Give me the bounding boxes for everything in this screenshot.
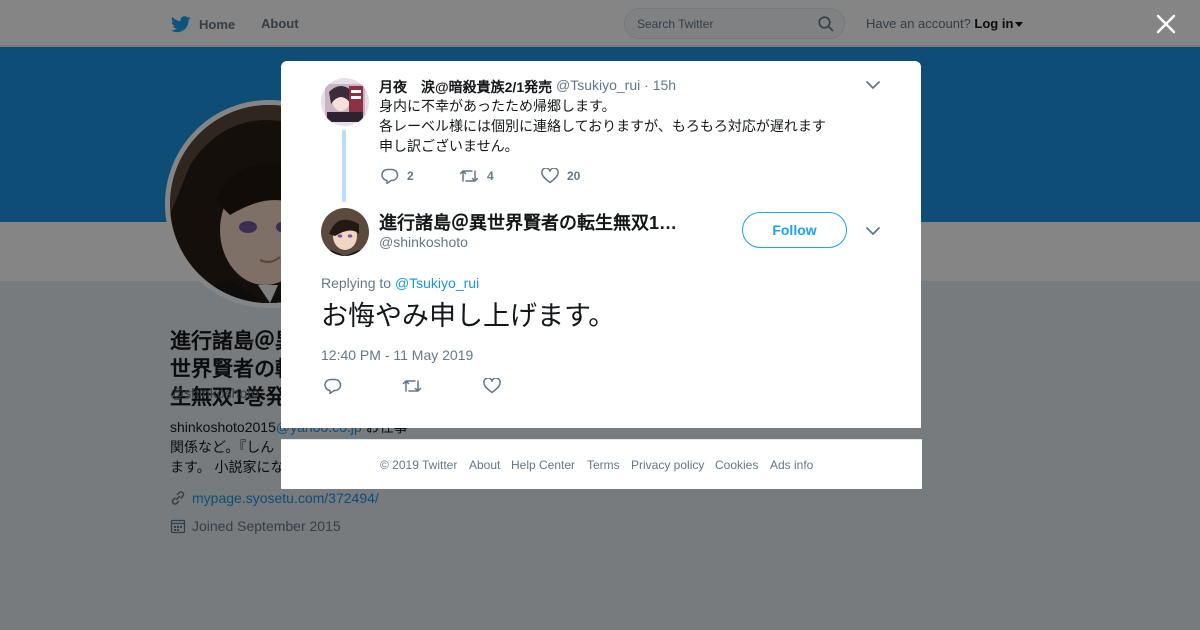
main-author-avatar[interactable] [321, 208, 369, 256]
main-tweet-text: お悔やみ申し上げます。 [321, 301, 616, 331]
parent-tweet-text: 身内に不幸があったため帰郷します。 各レーベル様には個別に連絡しておりますが、も… [379, 96, 826, 156]
main-author-name[interactable]: 進行諸島＠異世界賢者の転生無双1… [379, 209, 677, 235]
parent-tweet-time[interactable]: 15h [653, 77, 676, 93]
parent-author-handle[interactable]: @Tsukiyo_rui [556, 77, 640, 93]
chevron-down-icon[interactable] [865, 80, 881, 90]
thread-connector [342, 130, 346, 202]
main-avatar-illustration [321, 208, 369, 256]
main-tweet-timestamp[interactable]: 12:40 PM - 11 May 2019 [321, 347, 473, 363]
reply-icon [381, 168, 399, 184]
footer-link-help-center[interactable]: Help Center [511, 458, 575, 472]
heart-icon[interactable] [483, 378, 501, 394]
parent-text-line: 各レーベル様には個別に連絡しておりますが、もろもろ対応が遅れます [379, 118, 826, 134]
close-icon[interactable] [1156, 14, 1176, 34]
chevron-down-icon[interactable] [865, 226, 881, 236]
parent-author-name[interactable]: 月夜 涙@暗殺貴族2/1発売 [379, 77, 552, 97]
parent-reply-button[interactable]: 2 [381, 168, 459, 184]
parent-avatar-illustration [321, 78, 369, 126]
reply-count: 2 [407, 169, 414, 183]
main-author-handle[interactable]: @shinkoshoto [379, 234, 468, 250]
parent-text-line: 身内に不幸があったため帰郷します。 [379, 98, 616, 114]
footer-link-cookies[interactable]: Cookies [715, 458, 758, 472]
footer-link-terms[interactable]: Terms [587, 458, 620, 472]
parent-author-meta: @Tsukiyo_rui · 15h [556, 77, 677, 93]
retweet-count: 4 [487, 169, 494, 183]
footer-link-about[interactable]: About [469, 458, 500, 472]
parent-text-line: 申し訳ございません。 [379, 138, 519, 154]
heart-icon [541, 168, 559, 184]
footer-link-privacy[interactable]: Privacy policy [631, 458, 704, 472]
footer-copyright: © 2019 Twitter [380, 458, 458, 472]
reply-icon[interactable] [324, 378, 342, 394]
replying-prefix: Replying to [321, 275, 392, 291]
parent-author-avatar[interactable] [321, 78, 369, 126]
retweet-icon [459, 170, 479, 182]
parent-like-button[interactable]: 20 [541, 168, 580, 184]
like-count: 20 [567, 169, 581, 183]
follow-button[interactable]: Follow [742, 212, 847, 248]
replying-to: Replying to @Tsukiyo_rui [321, 275, 479, 291]
modal-footer: © 2019 Twitter About Help Center Terms P… [281, 439, 922, 489]
parent-tweet-actions: 2 4 20 [381, 166, 580, 186]
retweet-icon[interactable] [402, 378, 422, 394]
footer-link-ads-info[interactable]: Ads info [770, 458, 813, 472]
parent-retweet-button[interactable]: 4 [459, 168, 541, 184]
replying-handle-link[interactable]: @Tsukiyo_rui [395, 275, 479, 291]
